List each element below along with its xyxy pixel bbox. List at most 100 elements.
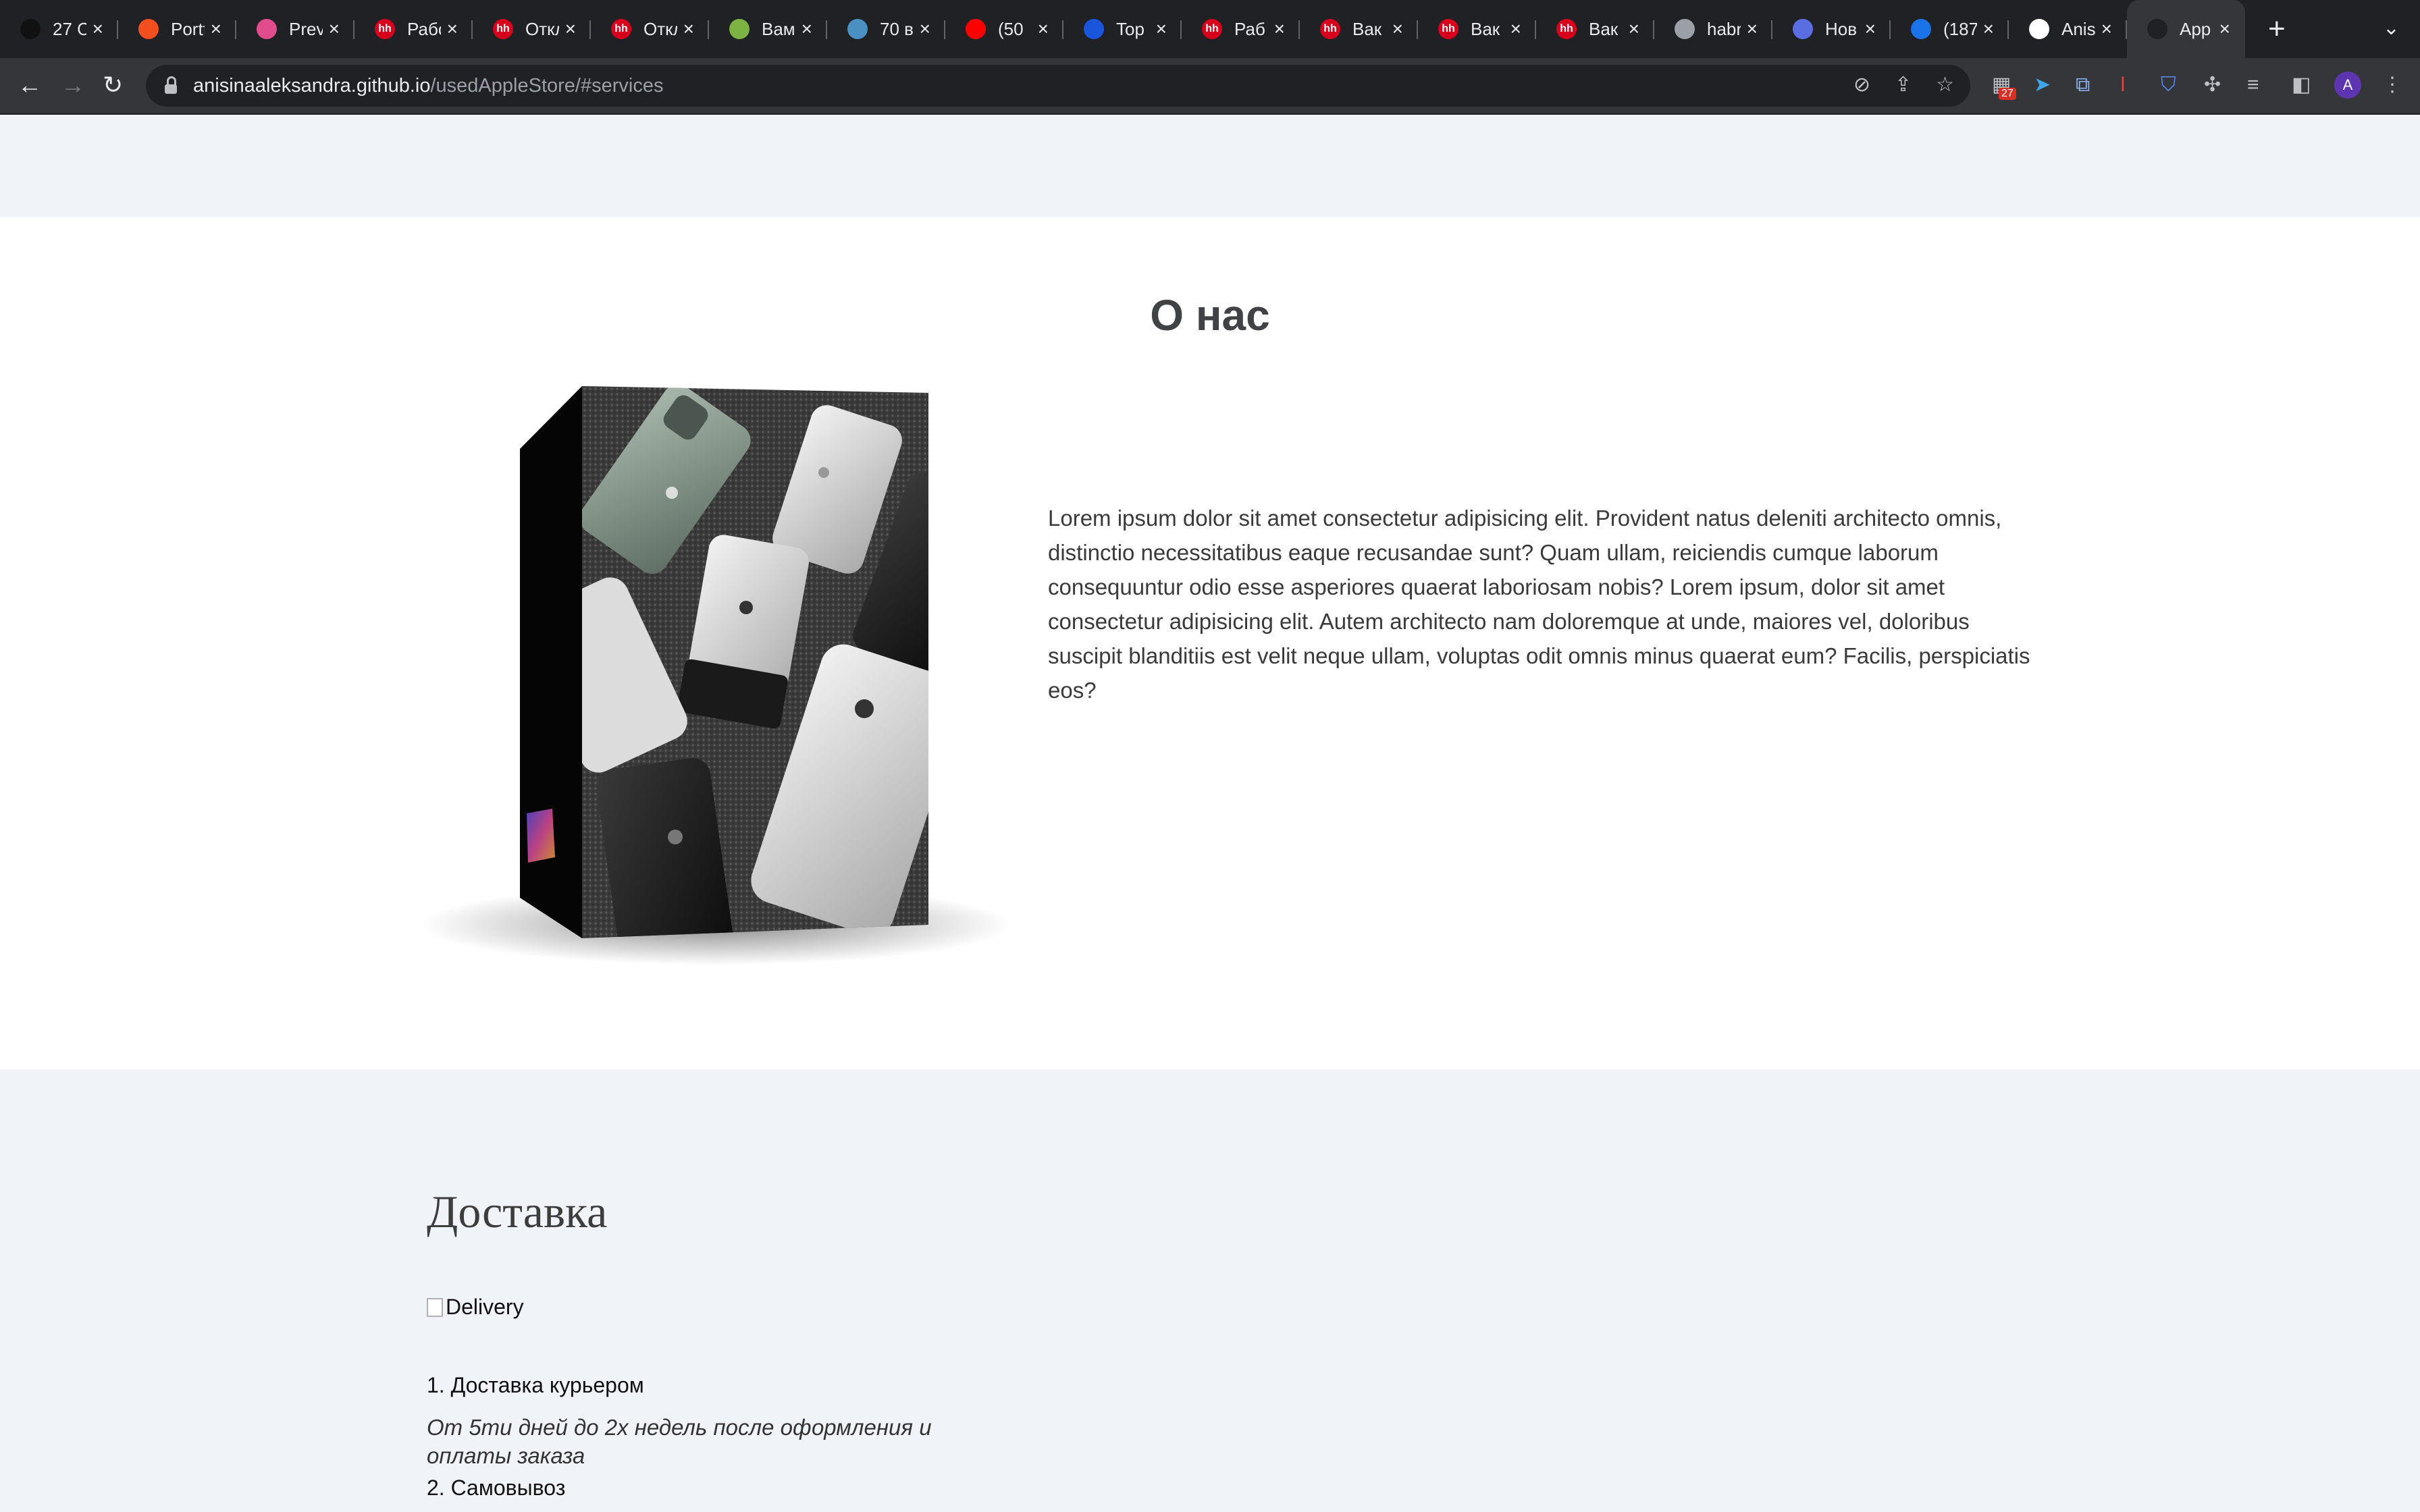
tab-close-icon[interactable]: × [447,19,458,39]
pin-extension-icon[interactable]: ǀ [2120,72,2126,99]
tab-title: (50 [998,18,1024,39]
browser-tab[interactable]: hh Рабо × [354,0,473,58]
address-bar[interactable]: anisinaaleksandra.github.io/usedAppleSto… [146,65,1970,107]
tab-close-icon[interactable]: × [920,19,930,39]
figma-icon [138,19,159,39]
bookmark-star-icon[interactable]: ☆ [1936,73,1954,97]
about-title: О нас [1150,291,1270,340]
tab-close-icon[interactable]: × [801,19,812,39]
delivery-option-courier-desc: От 5ти дней до 2х недель после оформлени… [427,1415,932,1468]
lock-icon[interactable] [165,76,177,94]
tab-close-icon[interactable]: × [565,19,576,39]
translate-extension-icon[interactable]: ⧉ [2076,72,2090,99]
tab-close-icon[interactable]: × [1629,19,1639,39]
delivery-image-alt: Delivery [446,1295,524,1319]
tab-title: Откл [525,18,559,39]
browser-tab[interactable]: Portf × [118,0,236,58]
tab-title: Вак [1471,18,1500,39]
browser-tab[interactable]: (187 × [1891,0,2009,58]
menu-dots-icon[interactable]: ⋮ [2382,72,2402,99]
tab-title: Откл [643,18,677,39]
puzzle-extensions-icon[interactable]: ✣ [2204,72,2221,99]
browser-tab[interactable]: Prev × [236,0,354,58]
tab-strip: 27 C×Portf×Prev×hhРабо×hhОткл×hhОткл×Вам… [0,0,2420,58]
profile-avatar[interactable]: A [2334,72,2361,99]
tab-title: Prev [289,18,323,39]
youtube-icon [966,19,986,39]
browser-toolbar: ← → ↻ anisinaaleksandra.github.io/usedAp… [0,58,2420,115]
reload-button[interactable]: ↻ [103,70,123,100]
tab-close-icon[interactable]: × [1274,19,1285,39]
circle-logo-icon [1793,19,1813,39]
tab-title: Вак [1352,18,1382,39]
browser-tab[interactable]: Top × [1063,0,1182,58]
about-section: О нас Lorem ipsum dolor sit amet consect… [0,217,2420,1069]
shield-extension-icon[interactable]: ⛉ [2161,72,2176,99]
browser-tab[interactable]: hh Вак × [1300,0,1418,58]
browser-tab[interactable]: hh Вак × [1536,0,1654,58]
blue-logo-icon [1084,19,1104,39]
back-button[interactable]: ← [18,70,42,100]
browser-tab[interactable]: hh Откл × [591,0,709,58]
s-logo-icon [257,19,277,39]
browser-tab[interactable]: Вами × [709,0,827,58]
browser-tab[interactable]: 70 в × [827,0,945,58]
tab-title: Top [1116,18,1145,39]
tab-close-icon[interactable]: × [1038,19,1049,39]
tab-close-icon[interactable]: × [211,19,221,39]
reading-list-icon[interactable]: ≡ [2247,72,2259,99]
tab-title: (187 [1943,18,1977,39]
telegram-extension-icon[interactable]: ➤ [2034,72,2051,99]
mail-icon [1911,19,1931,39]
globe-icon [1675,19,1695,39]
browser-tab[interactable]: hh Раб × [1182,0,1300,58]
tab-title: 27 C [53,18,86,39]
tab-close-icon[interactable]: × [1865,19,1876,39]
hh-icon: hh [375,19,395,39]
hh-icon: hh [611,19,631,39]
tab-search-chevron-icon[interactable]: ⌄ [2383,16,2400,40]
browser-tab[interactable]: Нов × [1772,0,1891,58]
new-tab-button[interactable]: + [2268,12,2286,46]
tab-title: Вами [762,18,795,39]
browser-tab[interactable]: hh Вак × [1418,0,1536,58]
tab-close-icon[interactable]: × [1156,19,1167,39]
browser-tab[interactable]: habr × [1654,0,1772,58]
tab-close-icon[interactable]: × [1510,19,1521,39]
tab-title: Вак [1589,18,1619,39]
eye-off-icon[interactable]: ⊘ [1853,73,1870,97]
url-text[interactable]: anisinaaleksandra.github.io/usedAppleSto… [193,75,663,97]
tab-title: Нов [1825,18,1858,39]
tab-title: Раб [1234,18,1265,39]
forward-button[interactable]: → [61,70,85,100]
about-text: Lorem ipsum dolor sit amet consectetur a… [1048,506,2030,703]
broken-image-icon [427,1297,443,1317]
tab-close-icon[interactable]: × [1747,19,1758,39]
tab-title: 70 в [880,18,914,39]
share-icon[interactable]: ⇪ [1895,73,1912,97]
delivery-option-courier: 1. Доставка курьером [427,1373,644,1397]
browser-tab[interactable]: (50 × [945,0,1063,58]
delivery-option-pickup: 2. Самовывоз [427,1476,566,1500]
tab-close-icon[interactable]: × [1983,19,1994,39]
tab-close-icon[interactable]: × [2219,19,2230,39]
a-logo-icon [2147,19,2167,39]
tab-close-icon[interactable]: × [93,19,103,39]
tab-close-icon[interactable]: × [683,19,694,39]
browser-tab[interactable]: App × [2127,0,2245,58]
tab-list: 27 C×Portf×Prev×hhРабо×hhОткл×hhОткл×Вам… [0,0,2245,58]
hh-icon: hh [1320,19,1340,39]
hh-icon: hh [493,19,513,39]
side-panel-icon[interactable]: ◧ [2292,72,2311,99]
tab-close-icon[interactable]: × [2101,19,2112,39]
tab-title: Portf [171,18,205,39]
github-icon [2029,19,2049,39]
delivery-title: Доставка [427,1186,608,1237]
browser-tab[interactable]: hh Откл × [473,0,591,58]
tab-close-icon[interactable]: × [1392,19,1403,39]
green-logo-icon [729,19,749,39]
dark-avatar-icon [20,19,41,39]
browser-tab[interactable]: 27 C × [0,0,118,58]
browser-tab[interactable]: Anis × [2009,0,2127,58]
tab-close-icon[interactable]: × [329,19,340,39]
